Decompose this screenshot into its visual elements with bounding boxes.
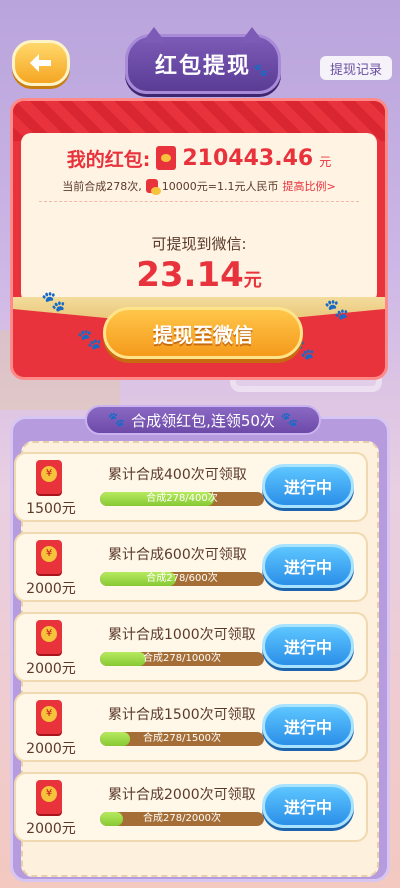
task-row: 2000元 累计合成1500次可领取合成278/1500次 进行中 — [14, 692, 368, 762]
red-packet-icon — [156, 146, 177, 170]
balance-row: 我的红包: 210443.46 元 — [21, 141, 377, 175]
withdraw-amount: 23.14元 — [21, 255, 377, 295]
task-description: 累计合成1500次可领取 — [108, 707, 256, 723]
back-arrow-icon — [30, 54, 51, 72]
rate-row: 当前合成278次, 10000元=1.1元人民币 提高比例> — [21, 177, 377, 195]
task-in-progress-button[interactable]: 进行中 — [262, 784, 354, 828]
red-packet-icon — [36, 780, 62, 814]
paw-icon: 🐾 — [77, 327, 102, 351]
task-progress-bar: 合成278/2000次 — [100, 812, 264, 826]
task-panel-title-text: 合成领红包,连领50次 — [131, 411, 275, 430]
red-packet-small-icon — [145, 179, 161, 195]
task-in-progress-button[interactable]: 进行中 — [262, 704, 354, 748]
red-envelope-card: 我的红包: 210443.46 元 当前合成278次, 10000元=1.1元人… — [10, 98, 388, 380]
task-reward: 2000元 — [26, 581, 76, 597]
task-progress-bar: 合成278/400次 — [100, 492, 264, 506]
task-in-progress-button[interactable]: 进行中 — [262, 624, 354, 668]
task-progress-text: 合成278/1000次 — [143, 653, 221, 664]
task-progress-bar: 合成278/1000次 — [100, 652, 264, 666]
page-title: 红包提现 — [154, 54, 251, 79]
task-progress-text: 合成278/600次 — [146, 573, 218, 584]
task-row: 2000元 累计合成2000次可领取合成278/2000次 进行中 — [14, 772, 368, 842]
task-in-progress-button[interactable]: 进行中 — [262, 464, 354, 508]
task-panel-title: 🐾 合成领红包,连领50次 🐾 — [85, 405, 321, 435]
task-progress-text: 合成278/2000次 — [143, 813, 221, 824]
task-description: 累计合成1000次可领取 — [108, 627, 256, 643]
withdraw-amount-value: 23.14 — [136, 255, 244, 295]
paw-icon: 🐾 — [253, 63, 268, 77]
red-packet-icon — [36, 700, 62, 734]
paw-icon: 🐾 — [107, 412, 126, 428]
balance-unit: 元 — [319, 154, 332, 169]
withdraw-record-button[interactable]: 提现记录 — [319, 56, 392, 80]
raise-rate-link[interactable]: 提高比例> — [282, 178, 335, 194]
red-packet-icon — [36, 620, 62, 654]
paw-icon: 🐾 — [41, 289, 66, 313]
task-row: 2000元 累计合成1000次可领取合成278/1000次 进行中 — [14, 612, 368, 682]
withdraw-label: 可提现到微信: — [151, 235, 247, 253]
paw-icon: 🐾 — [324, 297, 349, 321]
task-reward: 2000元 — [26, 741, 76, 757]
divider — [39, 201, 359, 202]
balance-label: 我的红包: — [66, 148, 151, 171]
rate-prefix: 当前合成278次, — [62, 180, 142, 193]
rate-text: 10000元=1.1元人民币 — [161, 180, 279, 193]
task-progress-text: 合成278/1500次 — [143, 733, 221, 744]
task-in-progress-button[interactable]: 进行中 — [262, 544, 354, 588]
task-progress-text: 合成278/400次 — [146, 493, 218, 504]
task-description: 累计合成2000次可领取 — [108, 787, 256, 803]
task-row: 1500元 累计合成400次可领取合成278/400次 进行中 — [14, 452, 368, 522]
paw-icon: 🐾 — [280, 412, 299, 428]
envelope-inner: 我的红包: 210443.46 元 当前合成278次, 10000元=1.1元人… — [21, 133, 377, 303]
balance-value: 210443.46 — [182, 145, 314, 171]
red-packet-icon — [36, 460, 62, 494]
red-packet-icon — [36, 540, 62, 574]
withdraw-to-wechat-button[interactable]: 提现至微信 — [103, 307, 303, 359]
cat-ear-left — [142, 27, 166, 43]
title-plate: 红包提现 🐾 — [125, 27, 281, 94]
task-description: 累计合成400次可领取 — [108, 467, 247, 483]
task-progress-bar: 合成278/1500次 — [100, 732, 264, 746]
task-reward: 1500元 — [26, 501, 76, 517]
withdraw-amount-unit: 元 — [243, 270, 262, 291]
task-reward: 2000元 — [26, 661, 76, 677]
cat-ear-right — [240, 27, 264, 43]
back-button[interactable] — [12, 40, 70, 86]
task-description: 累计合成600次可领取 — [108, 547, 247, 563]
task-reward: 2000元 — [26, 821, 76, 837]
task-row: 2000元 累计合成600次可领取合成278/600次 进行中 — [14, 532, 368, 602]
task-progress-bar: 合成278/600次 — [100, 572, 264, 586]
